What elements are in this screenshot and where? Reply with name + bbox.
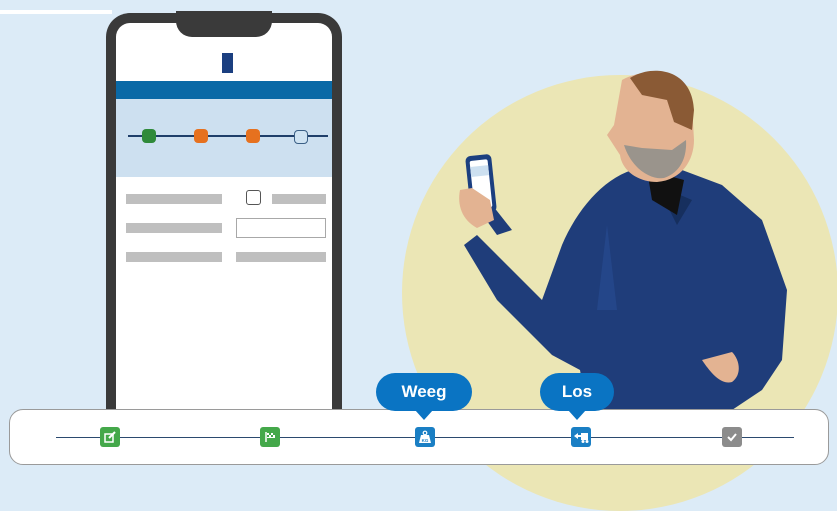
progress-step-active: [194, 129, 208, 143]
step-weigh[interactable]: KG: [415, 427, 435, 447]
form-label-placeholder: [126, 252, 222, 262]
worker-illustration: [459, 70, 787, 410]
app-logo: [222, 53, 233, 73]
phone-illustration: [106, 11, 342, 433]
edit-icon: [104, 431, 116, 443]
svg-text:KG: KG: [422, 438, 429, 443]
phone-screen: [116, 23, 332, 433]
progress-step-done: [142, 129, 156, 143]
form-label-placeholder: [126, 223, 222, 233]
step-unload[interactable]: [571, 427, 591, 447]
checkered-flag-icon: [265, 432, 275, 442]
form-label-placeholder: [126, 194, 222, 204]
progress-panel: [116, 99, 332, 177]
form-text-input[interactable]: [236, 218, 326, 238]
progress-step-pending: [294, 130, 308, 144]
decorative-line: [0, 10, 112, 14]
step-start[interactable]: [260, 427, 280, 447]
step-bubble-weeg: Weeg: [376, 373, 472, 420]
step-edit[interactable]: [100, 427, 120, 447]
app-header-bar: [116, 81, 332, 99]
checkmark-icon: [727, 433, 737, 442]
step-complete[interactable]: [722, 427, 742, 447]
phone-notch: [176, 11, 272, 37]
form-checkbox[interactable]: [246, 190, 261, 205]
weight-kg-icon: KG: [419, 430, 431, 443]
step-bubble-los: Los: [540, 373, 614, 420]
form-value-placeholder: [236, 252, 326, 262]
form-label-placeholder: [272, 194, 326, 204]
progress-step-active: [246, 129, 260, 143]
unload-truck-icon: [574, 433, 589, 443]
